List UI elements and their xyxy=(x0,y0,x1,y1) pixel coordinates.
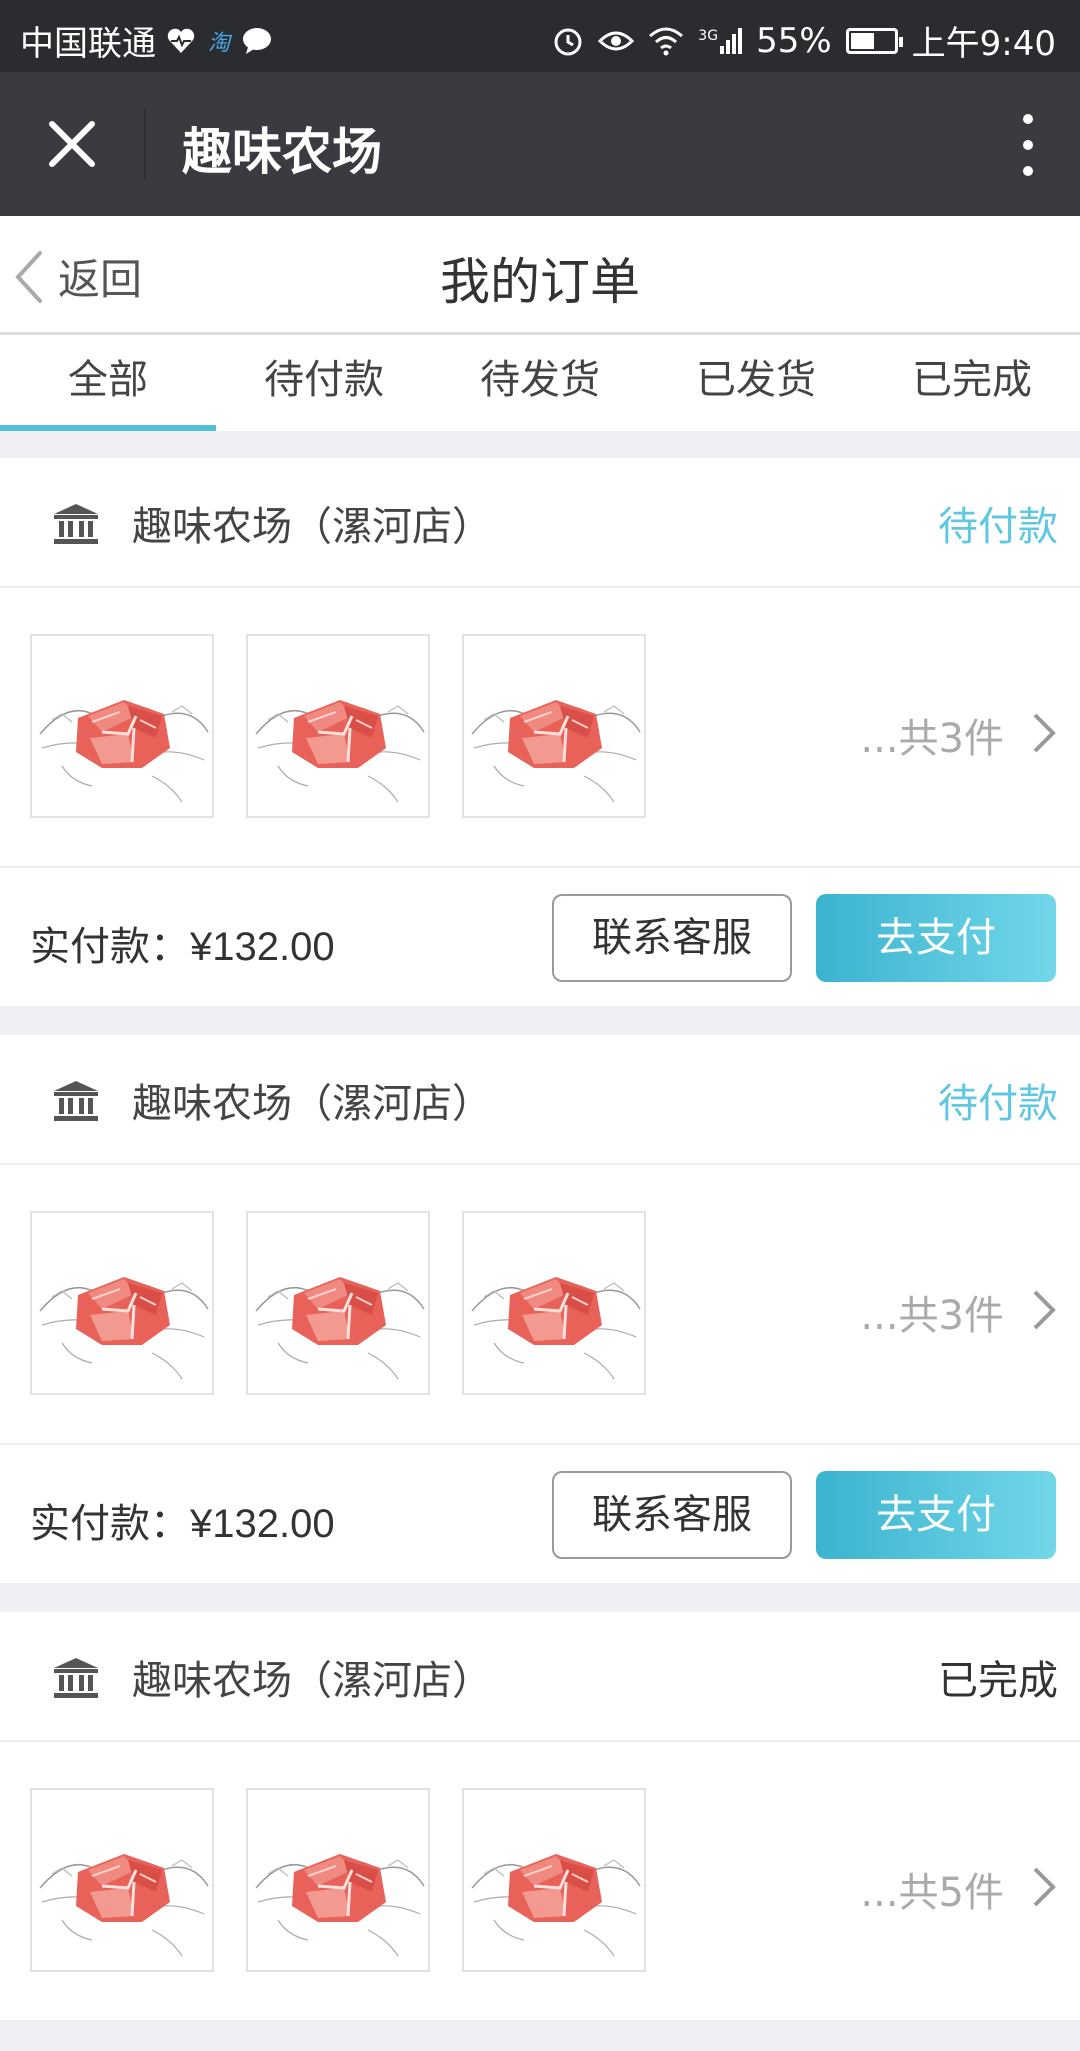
product-thumbnail xyxy=(462,634,646,818)
product-thumbnail xyxy=(246,1788,430,1972)
meat-product-image xyxy=(255,700,425,803)
product-thumbnail xyxy=(462,1211,646,1395)
heart-rate-icon xyxy=(167,28,195,53)
item-count: ...共3件 xyxy=(860,1293,1004,1339)
order-payment-row: 实付款：¥132.00 联系客服 去支付 xyxy=(0,1445,1080,1583)
taobao-icon: 淘 xyxy=(208,30,231,56)
item-count: ...共5件 xyxy=(860,1870,1004,1916)
tab-pending-payment[interactable]: 待付款 xyxy=(216,335,432,431)
product-thumbnail xyxy=(30,1211,214,1395)
shop-name: 趣味农场（漯河店） xyxy=(132,1658,492,1704)
app-bar-divider xyxy=(144,108,146,180)
battery-percent: 55% xyxy=(756,20,832,61)
order-card: 趣味农场（漯河店） 待付款 ...共3件 实付款：¥132.00 联系客服 去支… xyxy=(0,458,1080,1006)
wifi-icon xyxy=(649,27,684,55)
paid-amount: 实付款：¥132.00 xyxy=(30,1491,335,1549)
order-items-row[interactable]: ...共3件 xyxy=(0,588,1080,868)
alarm-icon xyxy=(554,28,582,55)
meat-product-image xyxy=(471,1277,641,1380)
paid-amount-value: ¥132.00 xyxy=(190,1502,335,1546)
order-list: 趣味农场（漯河店） 待付款 ...共3件 实付款：¥132.00 联系客服 去支… xyxy=(0,458,1080,2051)
page-header: 返回 我的订单 xyxy=(0,216,1080,335)
tab-all[interactable]: 全部 xyxy=(0,335,216,431)
carrier-label: 中国联通 xyxy=(20,24,156,64)
chevron-right-icon xyxy=(1033,713,1056,753)
product-thumbnail xyxy=(30,634,214,818)
paid-amount-label: 实付款： xyxy=(30,924,190,970)
tab-completed[interactable]: 已完成 xyxy=(864,335,1080,431)
meat-product-image xyxy=(39,1277,209,1380)
page-title: 我的订单 xyxy=(440,253,640,311)
meat-product-image xyxy=(39,700,209,803)
tab-pending-shipment[interactable]: 待发货 xyxy=(432,335,648,431)
meat-product-image xyxy=(255,1854,425,1957)
tab-shipped[interactable]: 已发货 xyxy=(648,335,864,431)
order-status: 已完成 xyxy=(938,1658,1058,1704)
more-dot-icon xyxy=(1023,166,1033,176)
product-thumbnail xyxy=(246,634,430,818)
bank-icon xyxy=(54,1081,98,1121)
order-items-row[interactable]: ...共5件 xyxy=(0,1742,1080,2022)
status-right: 3G 55% 上午9:40 xyxy=(538,16,1056,65)
meat-product-image xyxy=(39,1854,209,1957)
contact-service-button[interactable]: 联系客服 xyxy=(552,894,792,982)
order-payment-row: 实付款：¥132.00 联系客服 去支付 xyxy=(0,868,1080,1006)
order-card: 趣味农场（漯河店） 待付款 ...共3件 实付款：¥132.00 联系客服 去支… xyxy=(0,1035,1080,1583)
paid-amount-value: ¥132.00 xyxy=(190,925,335,969)
contact-service-button[interactable]: 联系客服 xyxy=(552,1471,792,1559)
chevron-right-icon xyxy=(1033,1867,1056,1907)
shop-name: 趣味农场（漯河店） xyxy=(132,1081,492,1127)
more-dot-icon xyxy=(1023,140,1033,150)
pay-button[interactable]: 去支付 xyxy=(816,1471,1056,1559)
close-button[interactable] xyxy=(36,108,108,180)
order-shop-row[interactable]: 趣味农场（漯河店） 已完成 xyxy=(0,1612,1080,1742)
chevron-right-icon xyxy=(1033,1290,1056,1330)
product-thumbnail xyxy=(246,1211,430,1395)
bank-icon xyxy=(54,1658,98,1698)
meat-product-image xyxy=(255,1277,425,1380)
pay-button[interactable]: 去支付 xyxy=(816,894,1056,982)
signal-icon: 3G xyxy=(698,27,743,54)
order-card: 趣味农场（漯河店） 已完成 ...共5件 xyxy=(0,1612,1080,2022)
eye-icon xyxy=(598,31,635,50)
network-type-label: 3G xyxy=(698,27,719,44)
order-items-row[interactable]: ...共3件 xyxy=(0,1165,1080,1445)
close-icon xyxy=(49,121,95,167)
order-shop-row[interactable]: 趣味农场（漯河店） 待付款 xyxy=(0,1035,1080,1165)
paid-amount: 实付款：¥132.00 xyxy=(30,914,335,972)
item-count: ...共3件 xyxy=(860,716,1004,762)
app-bar: 趣味农场 xyxy=(0,72,1080,216)
battery-icon xyxy=(845,27,903,54)
status-bar: 中国联通 淘 3G 55% 上午9:40 xyxy=(0,0,1080,72)
more-dot-icon xyxy=(1023,114,1033,124)
meat-product-image xyxy=(471,700,641,803)
more-options-button[interactable] xyxy=(1016,114,1040,176)
shop-name: 趣味农场（漯河店） xyxy=(132,504,492,550)
order-status: 待付款 xyxy=(938,1081,1058,1127)
chat-bubble-icon xyxy=(243,27,272,54)
order-shop-row[interactable]: 趣味农场（漯河店） 待付款 xyxy=(0,458,1080,588)
clock: 上午9:40 xyxy=(911,24,1056,64)
product-thumbnail xyxy=(462,1788,646,1972)
product-thumbnail xyxy=(30,1788,214,1972)
app-title: 趣味农场 xyxy=(182,123,382,181)
meat-product-image xyxy=(471,1854,641,1957)
bank-icon xyxy=(54,504,98,544)
order-status: 待付款 xyxy=(938,504,1058,550)
status-left: 中国联通 淘 xyxy=(20,16,272,65)
order-tabs: 全部 待付款 待发货 已发货 已完成 xyxy=(0,335,1080,431)
paid-amount-label: 实付款： xyxy=(30,1501,190,1547)
